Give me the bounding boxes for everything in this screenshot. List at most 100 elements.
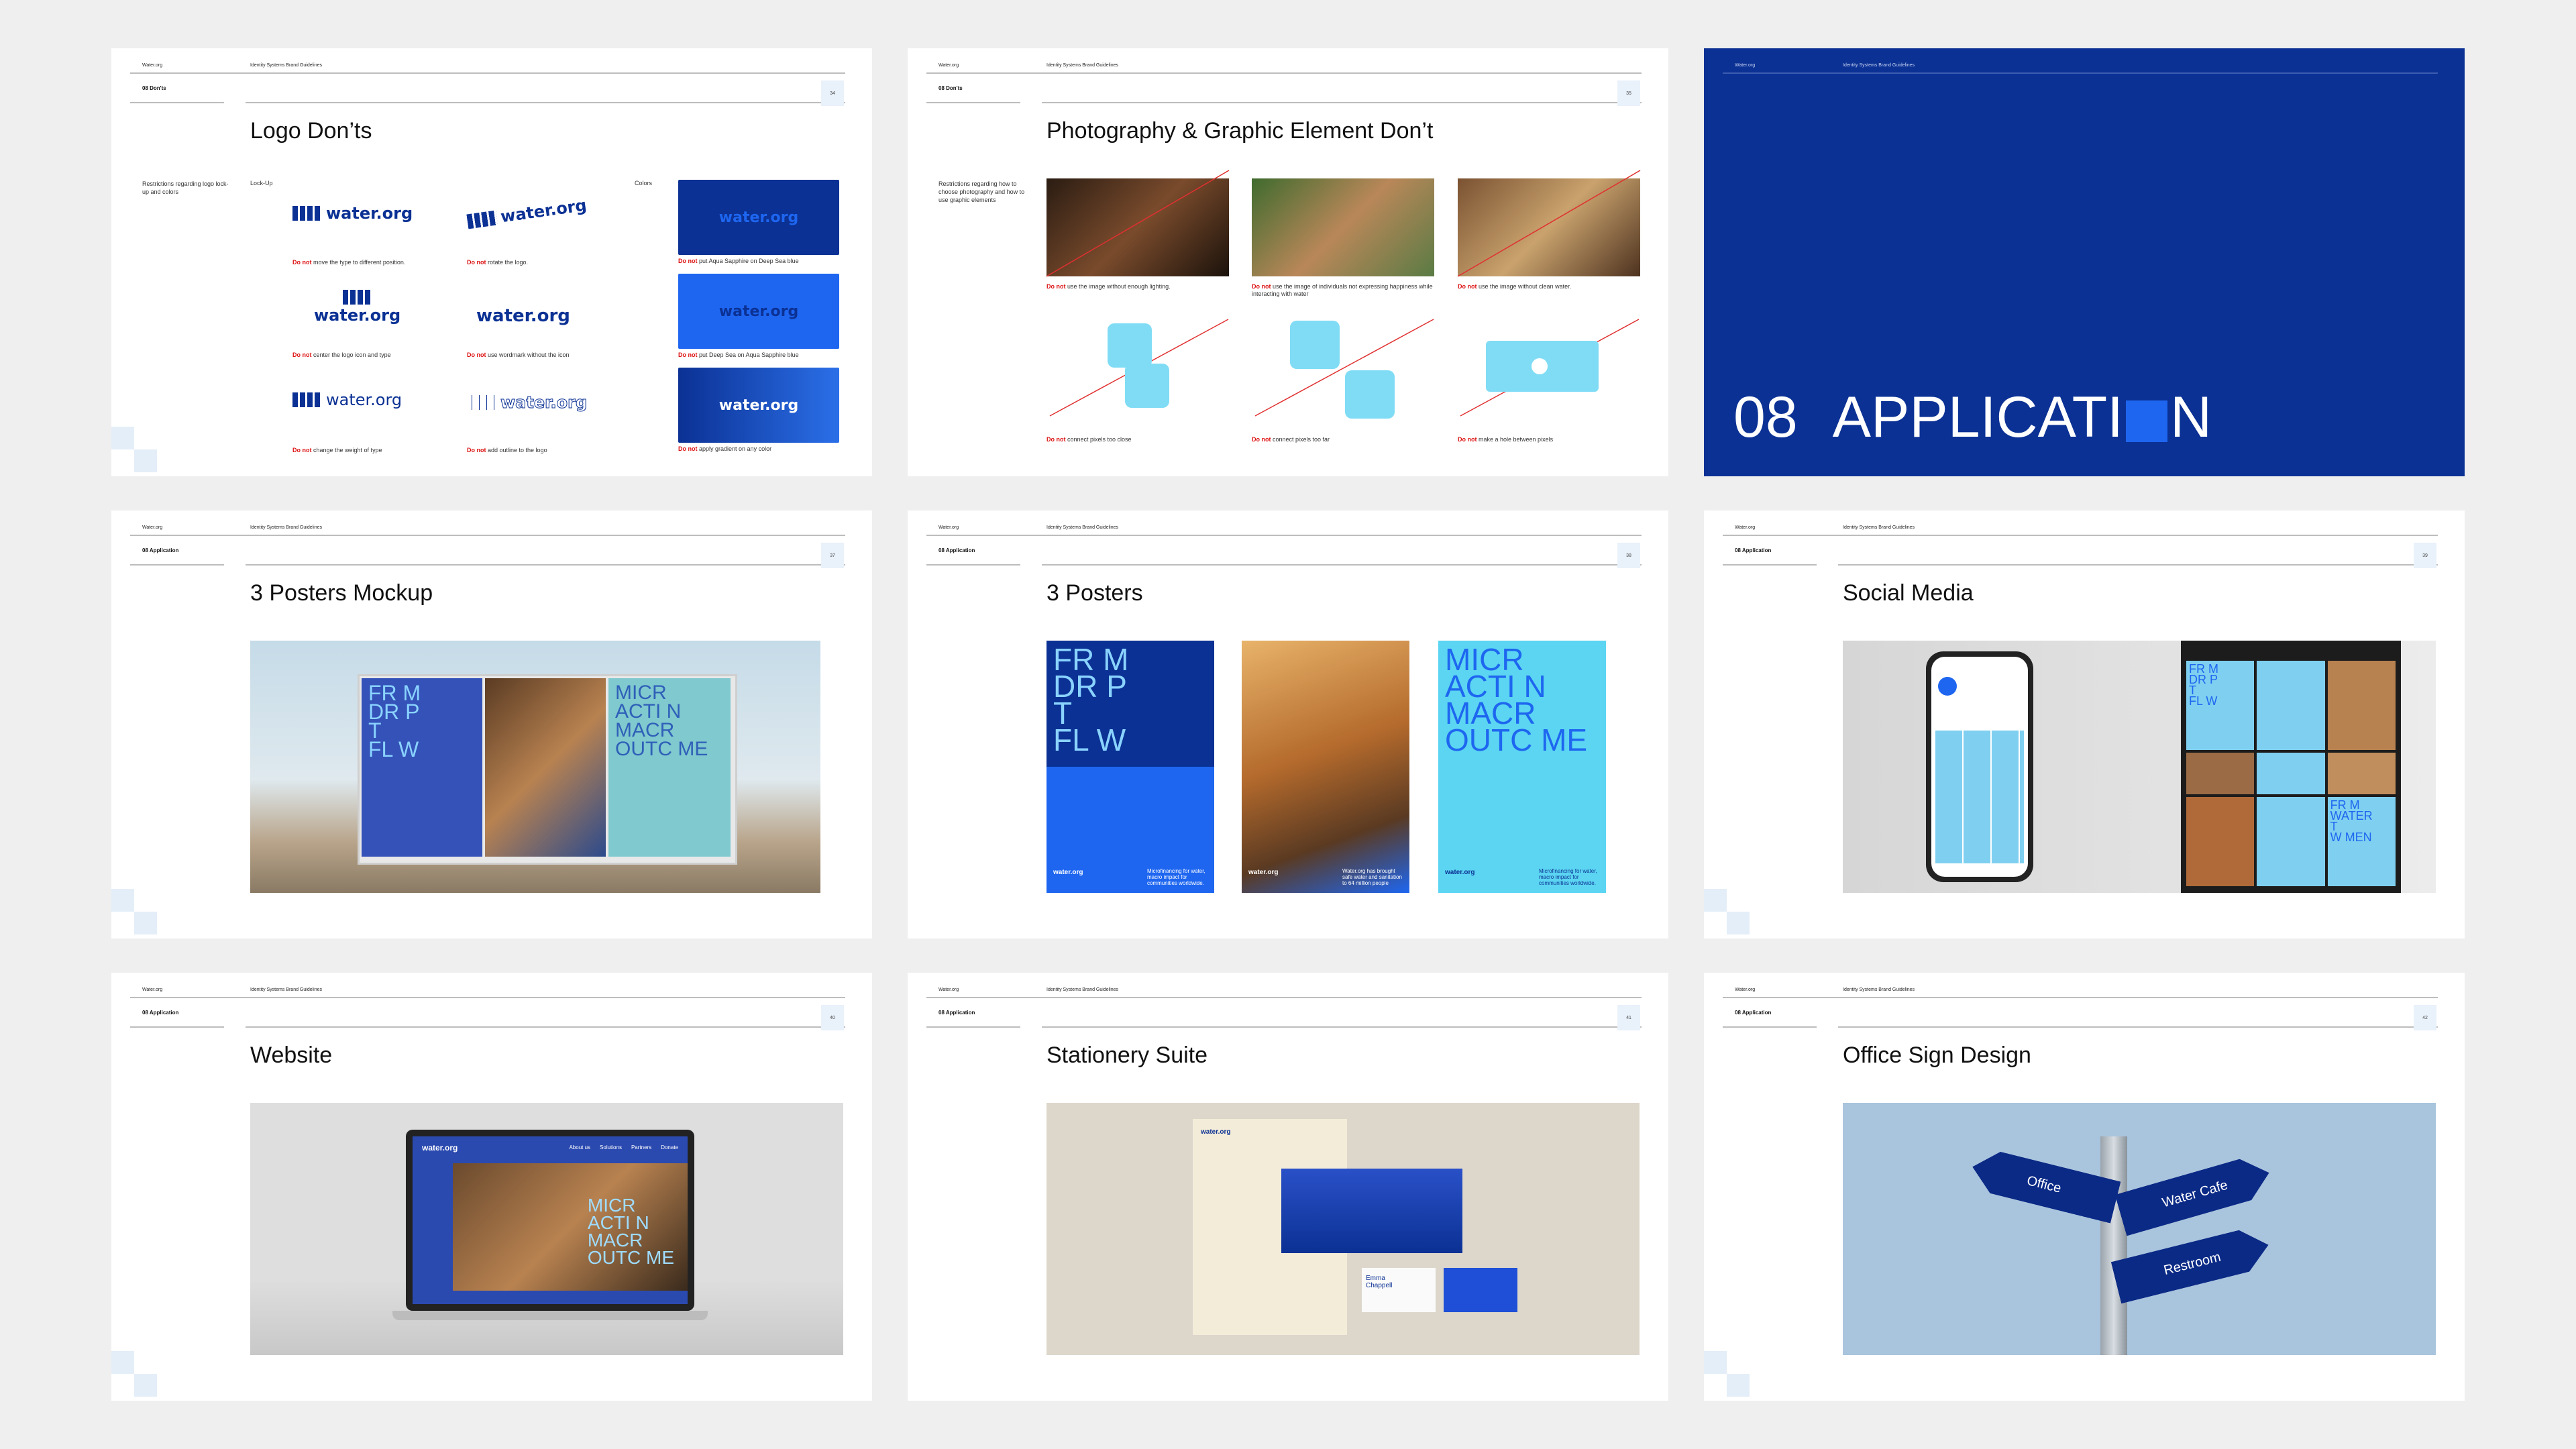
slide-title: Stationery Suite xyxy=(1046,1042,1208,1068)
poster-photo: water.org Water.org has brought safe wat… xyxy=(1242,641,1409,893)
pixel-shape xyxy=(1345,370,1395,419)
divider xyxy=(246,1026,845,1028)
feed-grid: FR M DR P T FL W FR M WATER T W MEN xyxy=(2186,661,2396,886)
doc-label: Identity Systems Brand Guidelines xyxy=(1843,987,1915,992)
doc-label: Identity Systems Brand Guidelines xyxy=(1046,987,1118,992)
billboard-photo: FR M DR P T FL W MICR ACTI N MACR OUTC ME xyxy=(250,641,820,893)
caption: Do not rotate the logo. xyxy=(467,259,529,266)
divider xyxy=(1723,564,1817,566)
page-number: 40 xyxy=(821,1005,844,1030)
nav-solutions[interactable]: Solutions xyxy=(600,1144,622,1150)
logo-outlined: water.org xyxy=(467,393,588,413)
caption: Do not add outline to the logo xyxy=(467,447,547,453)
doc-label: Identity Systems Brand Guidelines xyxy=(1046,525,1118,530)
poster-logo: water.org xyxy=(1445,869,1475,876)
pixel-decoration xyxy=(134,449,157,472)
sign-office-label: Office xyxy=(2025,1173,2063,1196)
site-brand: water.org xyxy=(422,1143,458,1152)
slide-social-media: Water.org Identity Systems Brand Guideli… xyxy=(1704,511,2465,938)
caption: Do not use wordmark without the icon xyxy=(467,352,570,358)
org-label: Water.org xyxy=(1735,525,1756,530)
logo-moved-type: water.org xyxy=(292,204,413,223)
grid-tile: FR M DR P T FL W xyxy=(2186,661,2255,751)
profile-avatar xyxy=(1938,677,1957,696)
signpost-photo: Office Water Cafe Restroom xyxy=(1843,1103,2436,1355)
signpost-pole xyxy=(2100,1136,2127,1355)
slide-office-sign: Water.org Identity Systems Brand Guideli… xyxy=(1704,973,2465,1401)
laptop-screen: water.org About us Solutions Partners Do… xyxy=(406,1130,694,1311)
feed-grid xyxy=(1935,731,2024,863)
divider xyxy=(130,72,845,74)
page-number: 39 xyxy=(2414,543,2436,568)
divider xyxy=(1042,1026,1642,1028)
grid-tile xyxy=(2327,661,2396,751)
logo-mark-icon xyxy=(292,392,322,407)
org-label: Water.org xyxy=(938,525,959,530)
business-card: Emma Chappell xyxy=(1362,1268,1436,1312)
page-number: 42 xyxy=(2414,1005,2436,1030)
pixel-shape xyxy=(1125,364,1169,408)
divider xyxy=(130,535,845,536)
laptop-base xyxy=(392,1311,708,1320)
poster-micro-action: MICR ACTI N MACR OUTC ME xyxy=(608,678,731,857)
poster-logo: water.org xyxy=(1053,869,1083,876)
section-label: 08 Application xyxy=(938,1010,975,1016)
slide-title: Website xyxy=(250,1042,333,1068)
logo-wordmark-only: water.org xyxy=(476,306,570,326)
slide-website: Water.org Identity Systems Brand Guideli… xyxy=(111,973,872,1401)
color-swatch-aqua-on-deepsea: water.org xyxy=(678,180,839,255)
doc-label: Identity Systems Brand Guidelines xyxy=(1843,525,1915,530)
page-number: 38 xyxy=(1617,543,1640,568)
poster-logo: water.org xyxy=(1248,869,1279,876)
poster-caption: Microfinancing for water, macro impact f… xyxy=(1147,868,1205,886)
hero-text: MICR ACTI N MACR OUTC ME xyxy=(587,1195,674,1268)
slide-title: Social Media xyxy=(1843,580,1974,606)
pixel-decoration xyxy=(134,1374,157,1397)
sign-office: Office xyxy=(1968,1146,2121,1223)
caption: Do not put Aqua Sapphire on Deep Sea blu… xyxy=(678,258,799,264)
business-card-back xyxy=(1444,1268,1517,1312)
nav-partners[interactable]: Partners xyxy=(631,1144,651,1150)
nav-about[interactable]: About us xyxy=(569,1144,590,1150)
pixel-decoration xyxy=(111,427,134,449)
divider xyxy=(130,1026,224,1028)
caption: Do not put Deep Sea on Aqua Sapphire blu… xyxy=(678,352,799,358)
caption: Do not connect pixels too close xyxy=(1046,436,1132,443)
slide-title: Logo Don’ts xyxy=(250,118,372,144)
section-label: 08 Don'ts xyxy=(142,85,166,91)
sign-restroom-label: Restroom xyxy=(2162,1249,2222,1278)
caption: Do not center the logo icon and type xyxy=(292,352,391,358)
sign-water-cafe: Water Cafe xyxy=(2115,1152,2275,1236)
section-label: 08 Application xyxy=(142,1010,179,1016)
nav-donate[interactable]: Donate xyxy=(661,1144,678,1150)
section-word: APPLICATI N xyxy=(1832,385,2212,449)
poster-photo xyxy=(485,678,606,857)
card-name: Emma Chappell xyxy=(1366,1275,1393,1289)
website-page: water.org About us Solutions Partners Do… xyxy=(413,1136,688,1304)
grid-tile xyxy=(2186,796,2255,886)
pixel-shape xyxy=(1108,323,1152,368)
org-label: Water.org xyxy=(938,987,959,992)
poster-caption: Microfinancing for water, macro impact f… xyxy=(1539,868,1597,886)
letterhead-brand: water.org xyxy=(1201,1128,1231,1136)
page-number: 34 xyxy=(821,80,844,106)
envelope xyxy=(1281,1169,1462,1253)
divider xyxy=(926,1026,1020,1028)
slide-title: Office Sign Design xyxy=(1843,1042,2031,1068)
divider xyxy=(1723,997,2438,998)
divider xyxy=(130,564,224,566)
site-nav: About us Solutions Partners Donate xyxy=(569,1144,678,1150)
caption: Do not use the image without clean water… xyxy=(1458,283,1572,290)
sign-restroom: Restroom xyxy=(2111,1224,2274,1304)
pixel-decoration xyxy=(1727,912,1750,934)
grid-tile xyxy=(2186,753,2255,794)
caption: Do not connect pixels too far xyxy=(1252,436,1330,443)
caption: Do not use the image without enough ligh… xyxy=(1046,283,1171,290)
laptop-mockup: water.org About us Solutions Partners Do… xyxy=(250,1103,843,1355)
pixel-decoration xyxy=(134,912,157,934)
poster-caption: Water.org has brought safe water and san… xyxy=(1342,868,1402,886)
pixel-shape xyxy=(1290,321,1340,369)
pixel-decoration xyxy=(111,889,134,912)
sign-water-cafe-label: Water Cafe xyxy=(2160,1177,2230,1210)
page-number: 37 xyxy=(821,543,844,568)
